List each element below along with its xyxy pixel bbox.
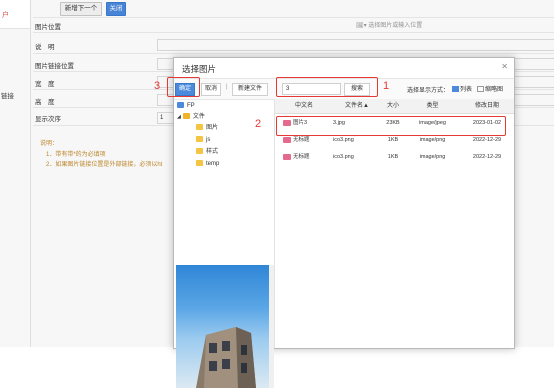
- tree-folder-files[interactable]: ◢ 文件: [177, 113, 205, 122]
- cell-filename: ico3.png: [333, 154, 354, 160]
- tree-folder-js[interactable]: js: [196, 136, 210, 145]
- select-image-dialog: 选择图片 ✕ 确定 取消 | 新建文件 3 搜索 选择显示方式： 列表 缩略图 …: [173, 57, 515, 388]
- expand-arrow-icon: ◢: [177, 114, 181, 120]
- tree-folder-styles[interactable]: 样式: [196, 148, 218, 157]
- annotation-box-selected-row: [276, 116, 506, 136]
- col-header-type[interactable]: 类型: [405, 99, 461, 114]
- folder-icon: [196, 136, 203, 143]
- folder-icon: [196, 148, 203, 155]
- annotation-number-2: 2: [255, 118, 262, 130]
- annotation-number-1: 1: [383, 80, 390, 92]
- grid-view-icon: [477, 86, 484, 93]
- list-view-icon: [452, 86, 459, 93]
- thumbnail-view-option[interactable]: 缩略图: [477, 84, 503, 93]
- toolbar-separator: |: [226, 84, 228, 90]
- close-icon[interactable]: ✕: [501, 62, 508, 71]
- new-folder-button[interactable]: 新建文件: [232, 83, 268, 96]
- annotation-number-3: 3: [154, 80, 161, 92]
- cell-name: 无标题: [283, 151, 333, 163]
- image-file-icon: [283, 136, 291, 143]
- drive-icon: [177, 102, 184, 109]
- cancel-button[interactable]: 取消: [201, 83, 221, 96]
- file-table: 中文名 文件名▲ 大小 类型 修改日期 图片3 3.jpg 23KB image…: [275, 99, 514, 348]
- display-mode-label: 选择显示方式：: [407, 88, 450, 94]
- col-header-size[interactable]: 大小: [381, 99, 406, 114]
- folder-icon: [196, 160, 203, 167]
- left-panel: [0, 0, 31, 347]
- tree-root[interactable]: FP: [177, 102, 195, 111]
- image-preview: [176, 265, 271, 388]
- left-link-label[interactable]: 链接: [1, 90, 14, 100]
- cell-date: 2022-12-29: [472, 154, 502, 160]
- building-photo: [196, 327, 256, 388]
- cell-type: image/png: [419, 154, 446, 160]
- table-row[interactable]: 无标题 ico3.png 1KB image/png 2022-12-29: [275, 134, 514, 148]
- preview-scrollbar[interactable]: [269, 265, 274, 388]
- folder-icon: [182, 113, 190, 120]
- col-header-name[interactable]: 中文名: [275, 99, 334, 114]
- image-file-icon: [283, 153, 291, 160]
- col-header-filename[interactable]: 文件名▲: [333, 99, 382, 114]
- folder-icon: [196, 124, 203, 131]
- col-header-date[interactable]: 修改日期: [460, 99, 514, 114]
- tree-folder-temp[interactable]: temp: [196, 160, 219, 169]
- list-view-option[interactable]: 列表: [452, 84, 472, 93]
- annotation-box-confirm: [167, 77, 200, 97]
- table-row[interactable]: 无标题 ico3.png 1KB image/png 2022-12-29: [275, 151, 514, 165]
- left-panel-char: 户: [2, 12, 9, 19]
- tree-folder-images[interactable]: 图片: [196, 124, 218, 133]
- annotation-box-search: [276, 77, 378, 97]
- cell-size: 1KB: [387, 154, 399, 160]
- folder-tree: FP ◢ 文件 图片 js 样式 temp: [174, 99, 275, 388]
- dialog-title: 选择图片: [182, 64, 217, 74]
